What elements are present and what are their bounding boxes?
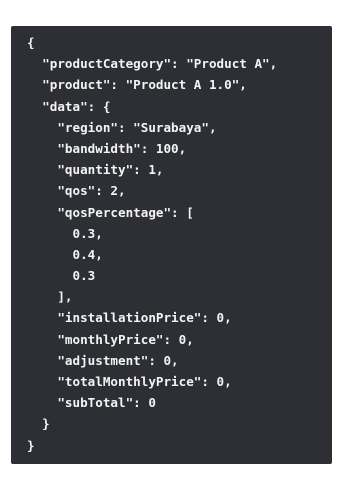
code-line: "qosPercentage": [ — [27, 204, 194, 220]
code-line: { — [27, 35, 35, 50]
code-line: "quantity": 1, — [27, 162, 164, 178]
code-line: 0.3, — [27, 225, 103, 241]
code-line: "monthlyPrice": 0, — [27, 331, 194, 347]
code-line: "bandwidth": 100, — [27, 140, 187, 156]
code-line: "data": { — [27, 98, 111, 114]
code-line: "region": "Surabaya", — [27, 119, 217, 135]
code-line: 0.3 — [27, 268, 96, 284]
code-line: "subTotal": 0 — [27, 395, 156, 411]
code-line: } — [27, 416, 50, 432]
code-line: "qos": 2, — [27, 183, 126, 199]
code-line: ], — [27, 289, 73, 305]
code-line: } — [27, 437, 35, 453]
code-line: 0.4, — [27, 246, 103, 262]
code-line: "product": "Product A 1.0", — [27, 77, 247, 93]
code-line: "totalMonthlyPrice": 0, — [27, 374, 232, 389]
code-line: "productCategory": "Product A", — [27, 56, 278, 72]
json-code-block: { "productCategory": "Product A", "produ… — [11, 26, 332, 464]
code-line: "installationPrice": 0, — [27, 310, 232, 326]
code-line: "adjustment": 0, — [27, 352, 179, 368]
